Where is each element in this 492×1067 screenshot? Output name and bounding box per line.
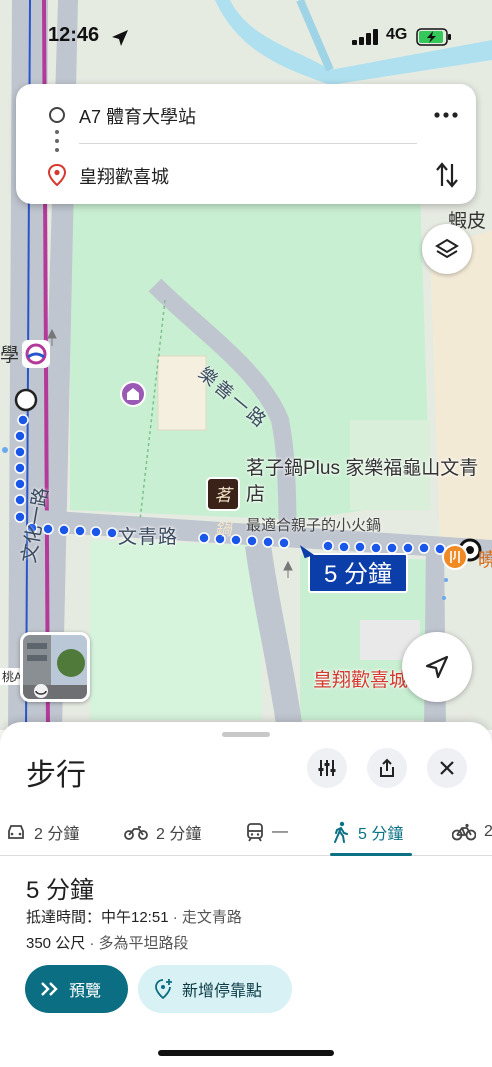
sheet-title: 步行	[26, 759, 86, 792]
share-icon	[380, 758, 394, 777]
route-options-button[interactable]	[307, 748, 347, 788]
travel-mode-tabs[interactable]: 2 分鐘 2 分鐘 — 5 分鐘 2	[0, 808, 492, 856]
tab-bicycle[interactable]: 2	[452, 808, 492, 856]
map-view[interactable]: 12:46 4G A7 體育大學站 皇翔歡喜城 蝦皮 學 樂善一路 文化一路 茗…	[0, 0, 492, 730]
close-button[interactable]	[427, 748, 467, 788]
route-terrain: · 多為平坦路段	[89, 935, 189, 952]
signal-icon	[352, 29, 378, 45]
route-connector	[55, 130, 59, 156]
tab-walk[interactable]: 5 分鐘	[332, 808, 403, 856]
divider	[79, 143, 417, 144]
origin-field[interactable]: A7 體育大學站	[79, 103, 196, 129]
location-arrow-icon	[112, 30, 128, 46]
origin-marker[interactable]	[14, 388, 38, 412]
add-location-icon	[155, 979, 172, 1000]
destination-map-label[interactable]: 皇翔歡喜城	[313, 665, 408, 692]
route-duration: 5 分鐘	[26, 877, 95, 904]
origin-icon	[49, 107, 65, 123]
tab-walk-label: 5 分鐘	[358, 826, 404, 843]
status-time: 12:46	[48, 24, 100, 46]
swap-vertical-icon[interactable]	[434, 160, 460, 190]
tab-motorcycle-label: 2 分鐘	[156, 826, 202, 843]
my-location-button[interactable]	[402, 632, 472, 702]
walking-icon	[334, 821, 348, 843]
add-stop-button-label: 新增停靠點	[182, 983, 263, 1000]
layers-button[interactable]	[422, 224, 472, 274]
tab-bicycle-label: 2	[484, 823, 492, 840]
map-label-school: 學	[0, 345, 20, 366]
route-card[interactable]: A7 體育大學站 皇翔歡喜城	[16, 84, 476, 204]
preview-button-label: 預覽	[69, 983, 102, 1000]
sheet-grabber[interactable]	[222, 732, 270, 737]
destination-pin-icon	[48, 164, 66, 186]
tab-transit-label: —	[272, 823, 288, 840]
route-distance-line: 350 公尺 · 多為平坦路段	[26, 932, 189, 953]
road-label-wenqing: 文青路	[118, 527, 179, 548]
arrival-time: 抵達時間：中午12:51	[26, 909, 169, 926]
tab-transit[interactable]: —	[246, 808, 288, 856]
motorcycle-icon	[124, 826, 148, 840]
poi-name[interactable]: 茗子鍋Plus 家樂福龜山文青店	[246, 456, 486, 508]
battery-icon	[416, 28, 451, 46]
map-label-right: 曉	[478, 550, 492, 571]
home-indicator[interactable]	[158, 1050, 334, 1056]
navigation-arrow-icon	[425, 655, 449, 679]
bicycle-icon	[452, 823, 476, 841]
preview-button[interactable]: 預覽	[25, 965, 128, 1013]
layers-icon	[435, 238, 459, 259]
close-icon	[440, 761, 454, 775]
tab-drive-label: 2 分鐘	[34, 826, 80, 843]
transit-icon	[247, 823, 263, 842]
status-bar: 12:46 4G	[0, 20, 492, 56]
tab-drive[interactable]: 2 分鐘	[6, 808, 79, 856]
eta-badge: 5 分鐘	[308, 553, 409, 593]
more-horizontal-icon[interactable]	[430, 102, 462, 128]
destination-field[interactable]: 皇翔歡喜城	[79, 163, 169, 189]
route-via: · 走文青路	[172, 909, 242, 926]
car-icon	[8, 825, 24, 839]
street-view-image	[23, 635, 87, 699]
street-view-thumbnail[interactable]	[20, 632, 90, 702]
directions-sheet[interactable]: 步行 2 分鐘 2 分鐘 — 5 分鐘 2 5 分鐘 抵達時間：中午12:51 …	[0, 722, 492, 1067]
route-arrival-line: 抵達時間：中午12:51 · 走文青路	[26, 906, 242, 927]
share-button[interactable]	[367, 748, 407, 788]
poi-logo[interactable]: 茗鍋	[206, 477, 240, 540]
add-stop-button[interactable]: 新增停靠點	[138, 965, 292, 1013]
network-type: 4G	[386, 26, 408, 43]
active-tab-indicator	[330, 853, 412, 856]
route-distance: 350 公尺	[26, 935, 86, 952]
tab-motorcycle[interactable]: 2 分鐘	[124, 808, 201, 856]
sliders-icon	[318, 760, 336, 776]
double-chevron-right-icon	[41, 982, 58, 996]
poi-description: 最適合親子的小火鍋	[246, 517, 382, 534]
